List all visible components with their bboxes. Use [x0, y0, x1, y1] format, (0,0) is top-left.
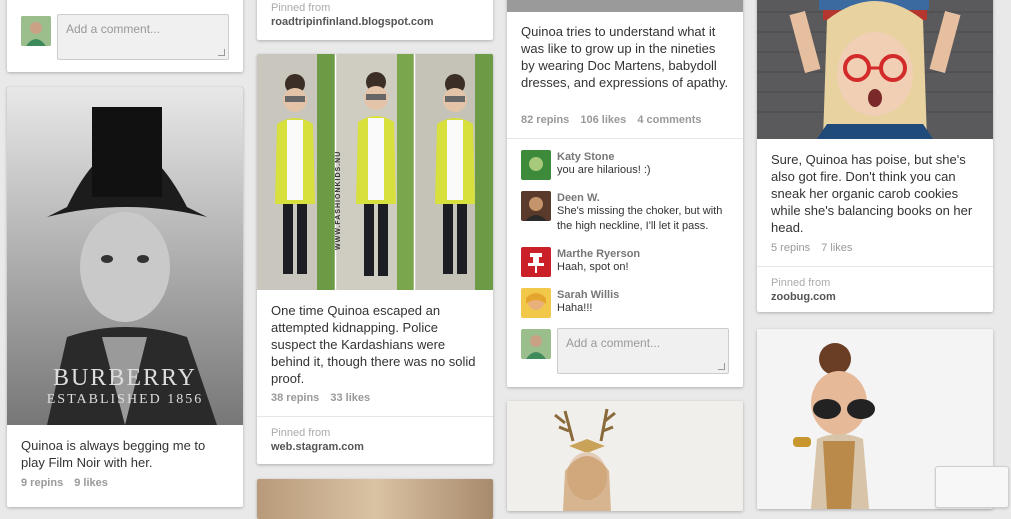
brand-established: ESTABLISHED 1856: [46, 392, 204, 407]
pin-card-antlers[interactable]: [507, 401, 743, 511]
pinned-from-link[interactable]: zoobug.com: [771, 291, 836, 303]
pin-card-source-roadtrip: Pinned from roadtripinfinland.blogspot.c…: [257, 0, 493, 40]
girl-yellow-cardigan-image: [257, 54, 493, 290]
divider: [757, 266, 993, 267]
pinterest-pushpin-icon: [521, 247, 551, 277]
comment-text: She's missing the choker, but with the h…: [557, 205, 723, 232]
pin-card-burberry[interactable]: BURBERRY ESTABLISHED 1856 Quinoa is alwa…: [7, 87, 243, 507]
commenter-avatar-icon: [521, 191, 551, 221]
repin-count[interactable]: 82 repins: [521, 114, 569, 126]
commenter-name[interactable]: Katy Stone: [557, 151, 732, 163]
repin-count[interactable]: 5 repins: [771, 242, 810, 254]
commenter-avatar[interactable]: [521, 150, 551, 180]
add-comment-input[interactable]: Add a comment...: [57, 14, 229, 60]
pin-description: Quinoa tries to understand what it was l…: [521, 24, 729, 90]
pinned-from-label: Pinned from: [271, 427, 331, 439]
comment-count[interactable]: 4 comments: [637, 114, 701, 126]
pin-card-books-on-head[interactable]: Sure, Quinoa has poise, but she's also g…: [757, 0, 993, 312]
pin-image-girl-triptych[interactable]: WWW.FASHIONKIDS.NU: [257, 54, 493, 290]
pinned-from-link[interactable]: web.stagram.com: [271, 441, 364, 453]
pin-stats: 5 repins 7 likes: [757, 242, 874, 254]
pin-image-partial-top[interactable]: [507, 0, 743, 12]
commenter-name[interactable]: Sarah Willis: [557, 289, 732, 301]
commenter-avatar[interactable]: [521, 288, 551, 318]
brand-name: BURBERRY: [52, 365, 198, 391]
scroll-to-top-button[interactable]: [935, 466, 1009, 508]
pin-stats: 38 repins 33 likes: [257, 392, 392, 404]
commenter-avatar[interactable]: [521, 191, 551, 221]
user-avatar: [21, 16, 51, 46]
image-watermark: WWW.FASHIONKIDS.NU: [335, 150, 342, 250]
pin-image-burberry-boy[interactable]: BURBERRY ESTABLISHED 1856: [7, 87, 243, 425]
repin-count[interactable]: 38 repins: [271, 392, 319, 404]
commenter-name[interactable]: Marthe Ryerson: [557, 248, 732, 260]
pinned-from-label: Pinned from: [271, 2, 331, 14]
pin-stats: 82 repins 106 likes 4 comments: [507, 114, 724, 126]
commenter-avatar-icon: [521, 150, 551, 180]
pin-card-partial-bottom[interactable]: [257, 479, 493, 519]
comment-text: Haha!!!: [557, 302, 593, 314]
pinned-from-label: Pinned from: [771, 277, 831, 289]
user-avatar-icon: [21, 16, 51, 46]
girl-red-glasses-image: [757, 0, 993, 139]
comment-text: you are hilarious! :): [557, 164, 651, 176]
pin-description: Sure, Quinoa has poise, but she's also g…: [771, 152, 973, 235]
like-count[interactable]: 9 likes: [74, 477, 108, 489]
pin-image-girl-books[interactable]: [757, 0, 993, 139]
divider: [507, 138, 743, 139]
commenter-avatar-icon: [521, 288, 551, 318]
pin-card-nineties[interactable]: Quinoa tries to understand what it was l…: [507, 0, 743, 387]
commenter-avatar[interactable]: [521, 247, 551, 277]
brand-logo-burberry: BURBERRY ESTABLISHED 1856: [7, 365, 243, 409]
like-count[interactable]: 33 likes: [330, 392, 370, 404]
repin-count[interactable]: 9 repins: [21, 477, 63, 489]
user-avatar: [521, 329, 551, 359]
comment-text: Haah, spot on!: [557, 261, 629, 273]
pin-image-girl-antlers[interactable]: [507, 401, 743, 511]
pin-image-partial[interactable]: [257, 479, 493, 519]
add-comment-input[interactable]: Add a comment...: [557, 328, 729, 374]
divider: [257, 416, 493, 417]
commenter-name[interactable]: Deen W.: [557, 192, 732, 204]
pin-description: Quinoa is always begging me to play Film…: [21, 438, 206, 470]
pin-card-comment-box: Add a comment...: [7, 0, 243, 72]
pin-card-yellow-cardigan[interactable]: WWW.FASHIONKIDS.NU One time Quinoa escap…: [257, 54, 493, 464]
girl-with-antlers-image: [507, 401, 743, 511]
pin-stats: 9 repins 9 likes: [7, 477, 130, 489]
pinned-from-link[interactable]: roadtripinfinland.blogspot.com: [271, 16, 434, 28]
user-avatar-icon: [521, 329, 551, 359]
like-count[interactable]: 7 likes: [821, 242, 852, 254]
pin-description: One time Quinoa escaped an attempted kid…: [271, 303, 476, 386]
like-count[interactable]: 106 likes: [580, 114, 626, 126]
